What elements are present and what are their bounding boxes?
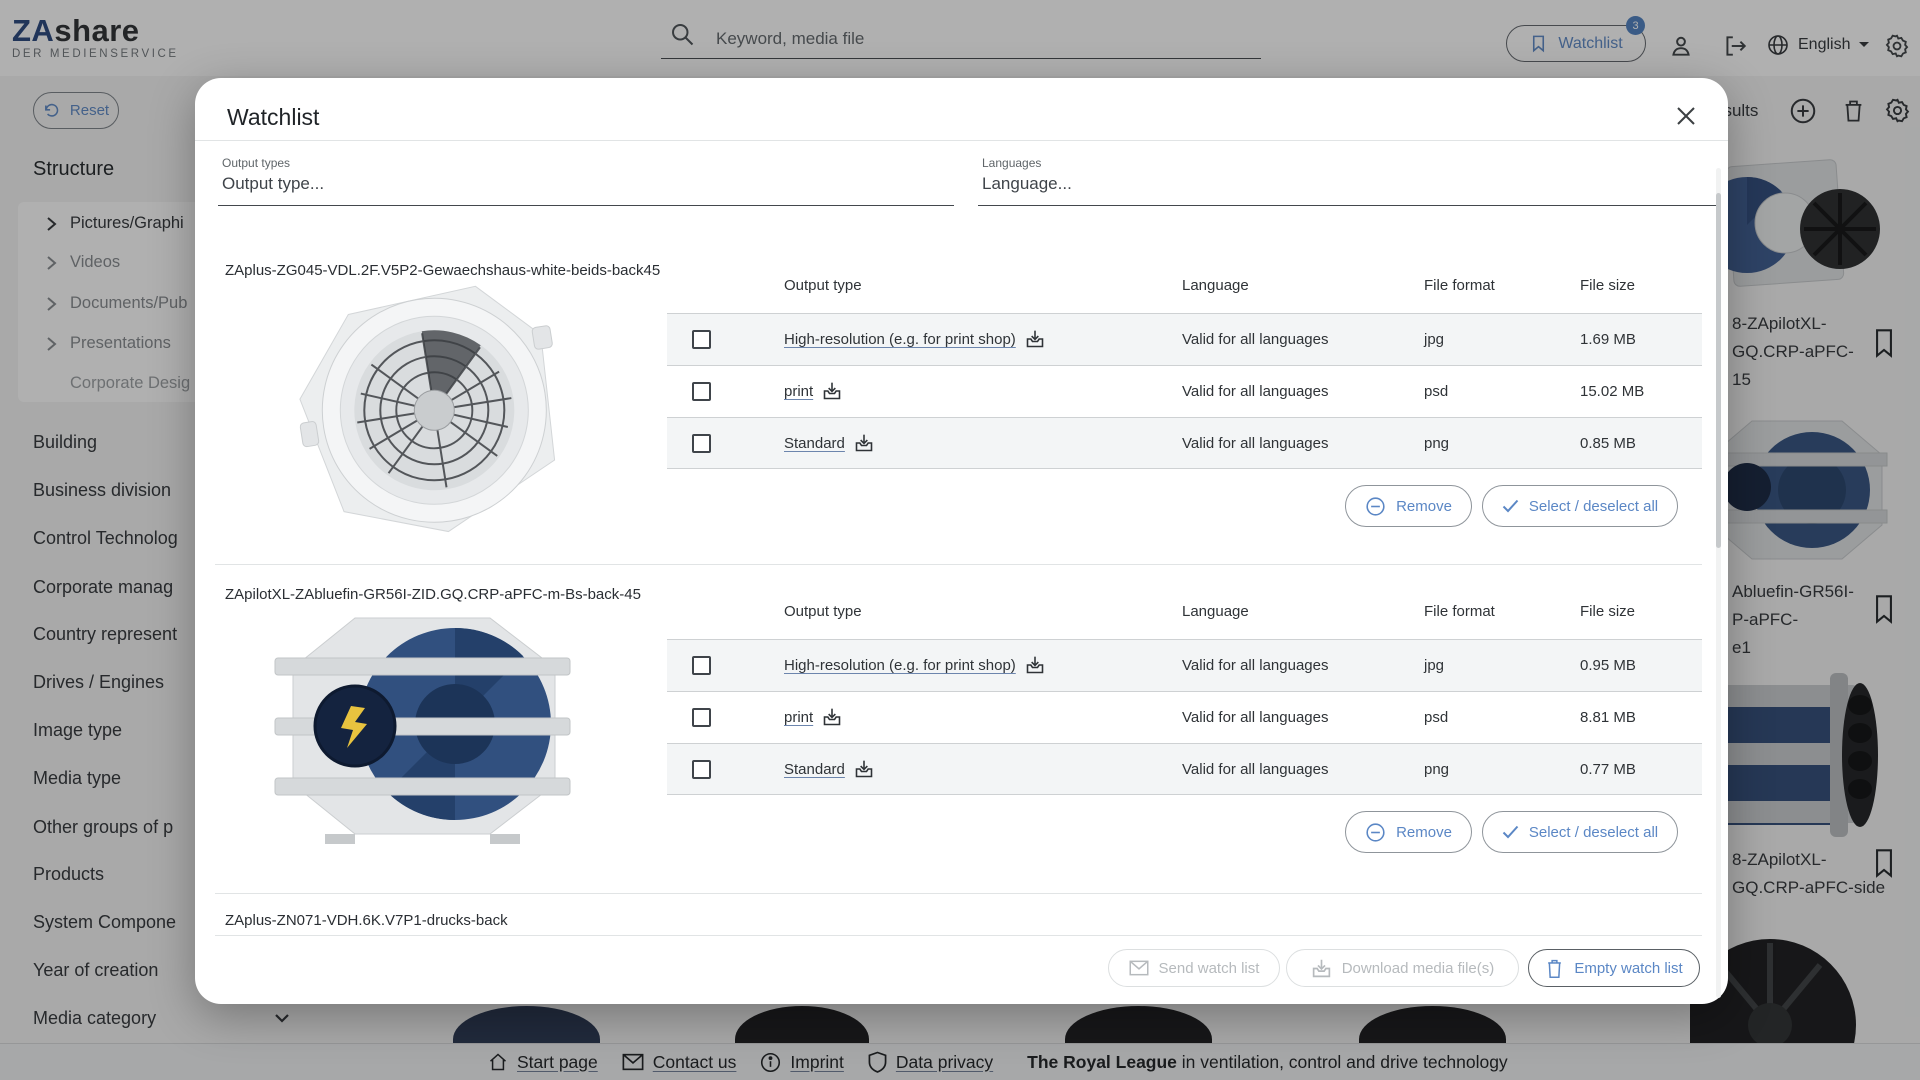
empty-watchlist-button[interactable]: Empty watch list (1528, 949, 1700, 987)
column-header-file-format: File format (1424, 592, 1495, 632)
trash-icon (1545, 958, 1564, 979)
select-button-label: Select / deselect all (1529, 498, 1658, 515)
table-row: High-resolution (e.g. for print shop) Va… (667, 313, 1702, 365)
row-file-format: jpg (1424, 640, 1444, 692)
send-watchlist-label: Send watch list (1159, 960, 1260, 977)
output-types-filter-select[interactable]: Output type... (222, 174, 324, 194)
row-checkbox[interactable] (692, 382, 711, 401)
row-file-size: 0.77 MB (1580, 744, 1636, 796)
output-type-link[interactable]: print (784, 709, 813, 726)
row-file-format: png (1424, 418, 1449, 470)
row-file-format: png (1424, 744, 1449, 796)
divider (215, 935, 1702, 936)
download-icon[interactable] (1025, 329, 1045, 349)
download-icon[interactable] (854, 433, 874, 453)
download-media-files-label: Download media file(s) (1342, 960, 1495, 977)
envelope-icon (1129, 960, 1149, 976)
modal-title: Watchlist (227, 104, 319, 131)
table-row: print Valid for all languages psd 15.02 … (667, 365, 1702, 417)
divider (215, 893, 1702, 894)
row-checkbox[interactable] (692, 708, 711, 727)
column-header-output-type: Output type (784, 592, 862, 632)
row-language: Valid for all languages (1182, 640, 1328, 692)
row-language: Valid for all languages (1182, 418, 1328, 470)
close-icon[interactable] (1674, 104, 1698, 128)
table-row: Standard Valid for all languages png 0.7… (667, 743, 1702, 795)
download-media-files-button[interactable]: Download media file(s) (1286, 949, 1519, 987)
select-deselect-all-button[interactable]: Select / deselect all (1482, 485, 1678, 527)
languages-filter-label: Languages (982, 156, 1041, 170)
row-file-size: 0.85 MB (1580, 418, 1636, 470)
output-type-link[interactable]: Standard (784, 435, 845, 452)
row-language: Valid for all languages (1182, 744, 1328, 796)
modal-scrollbar-thumb[interactable] (1716, 193, 1721, 548)
row-checkbox[interactable] (692, 434, 711, 453)
output-type-link[interactable]: High-resolution (e.g. for print shop) (784, 657, 1016, 674)
filter-underline (978, 205, 1718, 206)
languages-filter-select[interactable]: Language... (982, 174, 1072, 194)
product-image-axial-fan (270, 283, 590, 548)
check-icon (1502, 499, 1519, 513)
row-language: Valid for all languages (1182, 692, 1328, 744)
row-checkbox[interactable] (692, 760, 711, 779)
check-icon (1502, 825, 1519, 839)
media-item-name: ZAplus-ZN071-VDH.6K.V7P1-drucks-back (225, 912, 508, 929)
output-type-link[interactable]: print (784, 383, 813, 400)
divider (195, 140, 1728, 141)
watchlist-modal: Watchlist Output types Output type... La… (195, 78, 1728, 1004)
divider (215, 564, 1702, 565)
minus-circle-icon (1365, 496, 1386, 517)
column-header-file-format: File format (1424, 266, 1495, 306)
row-file-format: psd (1424, 692, 1448, 744)
download-icon (1311, 958, 1332, 979)
remove-item-button[interactable]: Remove (1345, 485, 1472, 527)
row-checkbox[interactable] (692, 330, 711, 349)
download-icon[interactable] (1025, 655, 1045, 675)
product-image-centrifugal-fan (255, 606, 585, 856)
row-file-format: jpg (1424, 314, 1444, 366)
remove-button-label: Remove (1396, 498, 1452, 515)
row-language: Valid for all languages (1182, 314, 1328, 366)
table-row: High-resolution (e.g. for print shop) Va… (667, 639, 1702, 691)
minus-circle-icon (1365, 822, 1386, 843)
table-row: Standard Valid for all languages png 0.8… (667, 417, 1702, 469)
download-icon[interactable] (822, 381, 842, 401)
column-header-file-size: File size (1580, 592, 1635, 632)
row-file-size: 1.69 MB (1580, 314, 1636, 366)
select-deselect-all-button[interactable]: Select / deselect all (1482, 811, 1678, 853)
row-file-size: 8.81 MB (1580, 692, 1636, 744)
row-checkbox[interactable] (692, 656, 711, 675)
output-types-filter-label: Output types (222, 156, 290, 170)
row-file-size: 15.02 MB (1580, 366, 1644, 418)
column-header-output-type: Output type (784, 266, 862, 306)
row-file-size: 0.95 MB (1580, 640, 1636, 692)
send-watchlist-button[interactable]: Send watch list (1108, 949, 1280, 987)
table-row: print Valid for all languages psd 8.81 M… (667, 691, 1702, 743)
column-header-file-size: File size (1580, 266, 1635, 306)
column-header-language: Language (1182, 592, 1249, 632)
download-icon[interactable] (854, 759, 874, 779)
select-button-label: Select / deselect all (1529, 824, 1658, 841)
remove-item-button[interactable]: Remove (1345, 811, 1472, 853)
media-item-name: ZApilotXL-ZAbluefin-GR56I-ZID.GQ.CRP-aPF… (225, 586, 641, 603)
download-icon[interactable] (822, 707, 842, 727)
media-item-name: ZAplus-ZG045-VDL.2F.V5P2-Gewaechshaus-wh… (225, 262, 660, 279)
column-header-language: Language (1182, 266, 1249, 306)
row-language: Valid for all languages (1182, 366, 1328, 418)
output-type-link[interactable]: High-resolution (e.g. for print shop) (784, 331, 1016, 348)
output-type-link[interactable]: Standard (784, 761, 845, 778)
filter-underline (218, 205, 954, 206)
row-file-format: psd (1424, 366, 1448, 418)
empty-watchlist-label: Empty watch list (1574, 960, 1682, 977)
remove-button-label: Remove (1396, 824, 1452, 841)
